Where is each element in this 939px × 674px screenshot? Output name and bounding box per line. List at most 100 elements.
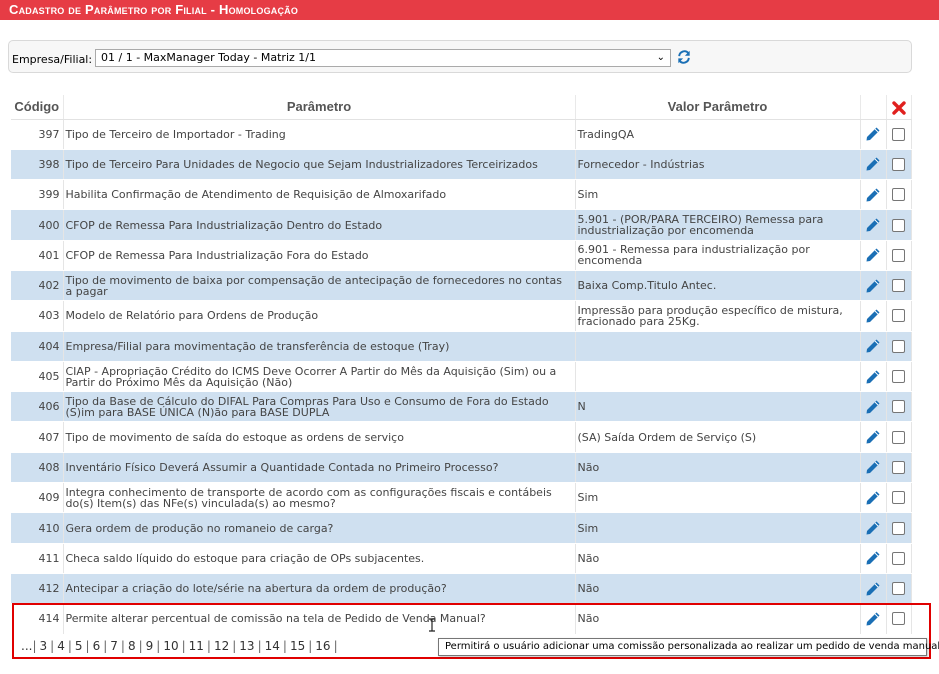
cell-value: 6.901 - Remessa para industrialização po… (575, 240, 861, 271)
table-row: 399 Habilita Confirmação de Atendimento d… (11, 179, 912, 211)
pager-page-link[interactable]: 4 (57, 639, 65, 653)
edit-button[interactable] (860, 149, 887, 181)
pager-page-link[interactable]: 16 (315, 639, 330, 653)
pencil-icon (866, 370, 880, 384)
row-checkbox-cell (886, 421, 912, 453)
row-checkbox[interactable] (892, 370, 905, 384)
cell-param: CFOP de Remessa Para Industrialização Fo… (63, 240, 576, 271)
company-select-value: 01 / 1 - MaxManager Today - Matriz 1/1 (101, 51, 316, 64)
row-checkbox-cell (886, 179, 912, 211)
cell-param: Inventário Físico Deverá Assumir a Quant… (63, 452, 576, 484)
pager-separator: | (333, 639, 338, 653)
pager-page-link[interactable]: 11 (189, 639, 204, 653)
cell-param: Tipo de movimento de baixa por compensaç… (63, 270, 576, 302)
pencil-icon (866, 521, 880, 535)
edit-button[interactable] (860, 482, 887, 514)
cell-value (575, 331, 861, 362)
pencil-icon (866, 612, 880, 626)
row-checkbox[interactable] (892, 521, 905, 535)
column-header-code[interactable]: Código (11, 95, 64, 120)
row-checkbox[interactable] (892, 551, 905, 565)
cell-param: Tipo de Terceiro de Importador - Trading (63, 119, 576, 150)
pager-page-link[interactable]: 13 (239, 639, 254, 653)
row-checkbox[interactable] (892, 309, 905, 323)
edit-button[interactable] (860, 179, 887, 211)
cell-param: Empresa/Filial para movimentação de tran… (63, 331, 576, 362)
pager-page-link[interactable]: 3 (40, 639, 48, 653)
tooltip: Permitirá o usuário adicionar uma comiss… (438, 638, 939, 656)
row-checkbox-cell (886, 573, 912, 605)
edit-button[interactable] (860, 300, 887, 332)
cell-param: Integra conhecimento de transporte de ac… (63, 482, 576, 514)
row-checkbox[interactable] (892, 157, 905, 171)
row-checkbox[interactable] (892, 248, 905, 262)
table-row: 408 Inventário Físico Deverá Assumir a Qu… (11, 452, 912, 484)
row-checkbox[interactable] (892, 491, 905, 505)
pager-page-link[interactable]: 12 (214, 639, 229, 653)
row-checkbox-cell (886, 543, 912, 574)
cell-value (575, 361, 861, 393)
edit-button[interactable] (860, 119, 887, 150)
delete-selected-button[interactable] (886, 95, 912, 120)
parameters-table: Código Parâmetro Valor Parâmetro 397 Tipo… (11, 95, 912, 635)
column-header-param[interactable]: Parâmetro (63, 95, 576, 120)
edit-button[interactable] (860, 512, 887, 544)
cell-value: Não (575, 543, 861, 574)
table-row: 414 Permite alterar percentual de comissã… (11, 603, 912, 635)
pager-page-link[interactable]: 7 (110, 639, 118, 653)
pager-separator: | (50, 639, 55, 653)
edit-button[interactable] (860, 421, 887, 453)
table-row: 397 Tipo de Terceiro de Importador - Trad… (11, 119, 912, 150)
cell-value: Baixa Comp.Titulo Antec. (575, 270, 861, 302)
table-row: 402 Tipo de movimento de baixa por compen… (11, 270, 912, 302)
pager-page-link[interactable]: 10 (163, 639, 178, 653)
edit-button[interactable] (860, 603, 887, 635)
company-select[interactable]: 01 / 1 - MaxManager Today - Matriz 1/1 ⌄ (95, 49, 671, 67)
pager-page-link[interactable]: 5 (75, 639, 83, 653)
pager-page-link[interactable]: 8 (128, 639, 136, 653)
row-checkbox[interactable] (892, 400, 905, 414)
row-checkbox[interactable] (892, 460, 905, 474)
row-checkbox[interactable] (892, 430, 905, 444)
pager-separator: | (138, 639, 143, 653)
cell-code: 407 (11, 421, 64, 453)
edit-button[interactable] (860, 209, 887, 241)
pager-page-link[interactable]: 9 (146, 639, 154, 653)
column-header-edit (860, 95, 887, 120)
row-checkbox-cell (886, 240, 912, 271)
pager-separator: | (67, 639, 72, 653)
edit-button[interactable] (860, 240, 887, 271)
column-header-value[interactable]: Valor Parâmetro (575, 95, 861, 120)
row-checkbox[interactable] (892, 279, 905, 293)
row-checkbox[interactable] (892, 582, 905, 596)
pager-page-link[interactable]: 6 (93, 639, 101, 653)
cell-param: Checa saldo líquido do estoque para cria… (63, 543, 576, 574)
refresh-icon[interactable] (677, 50, 691, 64)
row-checkbox-cell (886, 512, 912, 544)
pager-ellipsis[interactable]: ... (21, 639, 32, 653)
table-row: 412 Antecipar a criação do lote/série na … (11, 573, 912, 605)
edit-button[interactable] (860, 543, 887, 574)
pager-page-link[interactable]: 15 (290, 639, 305, 653)
row-checkbox-cell (886, 603, 912, 635)
pencil-icon (866, 460, 880, 474)
cell-param: CFOP de Remessa Para Industrialização De… (63, 209, 576, 241)
table-row: 401 CFOP de Remessa Para Industrialização… (11, 240, 912, 271)
edit-button[interactable] (860, 361, 887, 393)
row-checkbox[interactable] (892, 612, 905, 626)
row-checkbox[interactable] (892, 188, 905, 202)
edit-button[interactable] (860, 331, 887, 362)
pager-separator: | (206, 639, 211, 653)
pencil-icon (866, 157, 880, 171)
row-checkbox-cell (886, 270, 912, 302)
row-checkbox[interactable] (892, 339, 905, 353)
pager-page-link[interactable]: 14 (265, 639, 280, 653)
edit-button[interactable] (860, 270, 887, 302)
edit-button[interactable] (860, 573, 887, 605)
edit-button[interactable] (860, 452, 887, 484)
cell-code: 404 (11, 331, 64, 362)
row-checkbox[interactable] (892, 218, 905, 232)
edit-button[interactable] (860, 391, 887, 423)
cell-value: Fornecedor - Indústrias (575, 149, 861, 181)
row-checkbox[interactable] (892, 127, 905, 141)
